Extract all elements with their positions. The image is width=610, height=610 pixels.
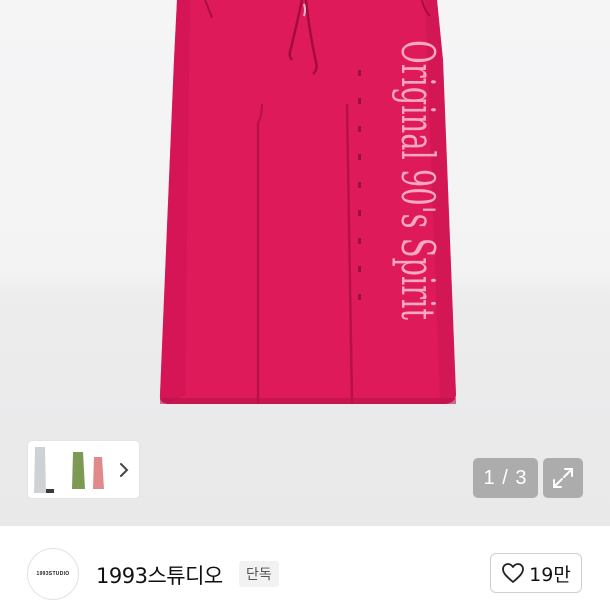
skirt-print-text: Original 90's Spirit xyxy=(391,40,445,320)
chevron-right-icon[interactable] xyxy=(117,460,131,480)
heart-outline-icon xyxy=(502,563,525,583)
like-count: 19만 xyxy=(529,563,571,586)
expand-button[interactable] xyxy=(543,458,583,498)
variant-thumbnails[interactable] xyxy=(30,443,118,496)
seller-avatar[interactable]: 1993STUDIO xyxy=(27,548,79,600)
seller-name[interactable]: 1993스튜디오 xyxy=(96,560,223,590)
image-counter: 1 / 3 xyxy=(473,458,538,498)
avatar-logo-text: 1993STUDIO xyxy=(36,571,70,577)
exclusive-badge: 단독 xyxy=(239,561,279,587)
expand-icon xyxy=(553,468,573,488)
product-image-gallery[interactable]: Original 90's Spirit 1 / 3 xyxy=(0,0,610,526)
like-button[interactable]: 19만 xyxy=(490,553,582,593)
